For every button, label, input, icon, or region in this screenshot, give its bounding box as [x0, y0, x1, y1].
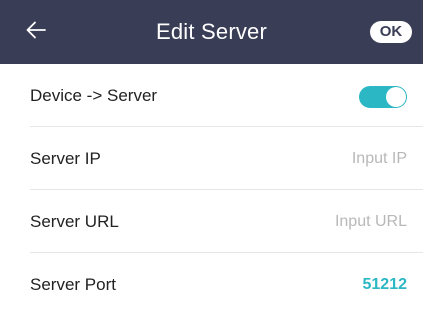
- server-port-value[interactable]: 51212: [363, 253, 408, 314]
- top-app-bar: Edit Server OK: [0, 0, 423, 64]
- server-port-label: Server Port: [30, 275, 116, 294]
- setting-row-server-ip[interactable]: Server IP Input IP: [0, 127, 423, 190]
- setting-row-device-to-server: Device -> Server: [0, 64, 423, 127]
- setting-row-server-port[interactable]: Server Port 51212: [0, 253, 423, 314]
- server-url-input[interactable]: Input URL: [335, 190, 407, 253]
- page-title: Edit Server: [155, 19, 268, 44]
- server-ip-label: Server IP: [30, 149, 101, 168]
- ok-button[interactable]: OK: [370, 21, 412, 43]
- server-ip-input[interactable]: Input IP: [352, 127, 407, 190]
- device-to-server-toggle[interactable]: [359, 86, 407, 108]
- device-to-server-label: Device -> Server: [30, 86, 158, 105]
- server-url-label: Server URL: [30, 212, 119, 231]
- edit-server-screen: Edit Server OK Device -> Server Server I…: [0, 0, 423, 314]
- toggle-knob: [386, 87, 406, 107]
- setting-row-server-url[interactable]: Server URL Input URL: [0, 190, 423, 253]
